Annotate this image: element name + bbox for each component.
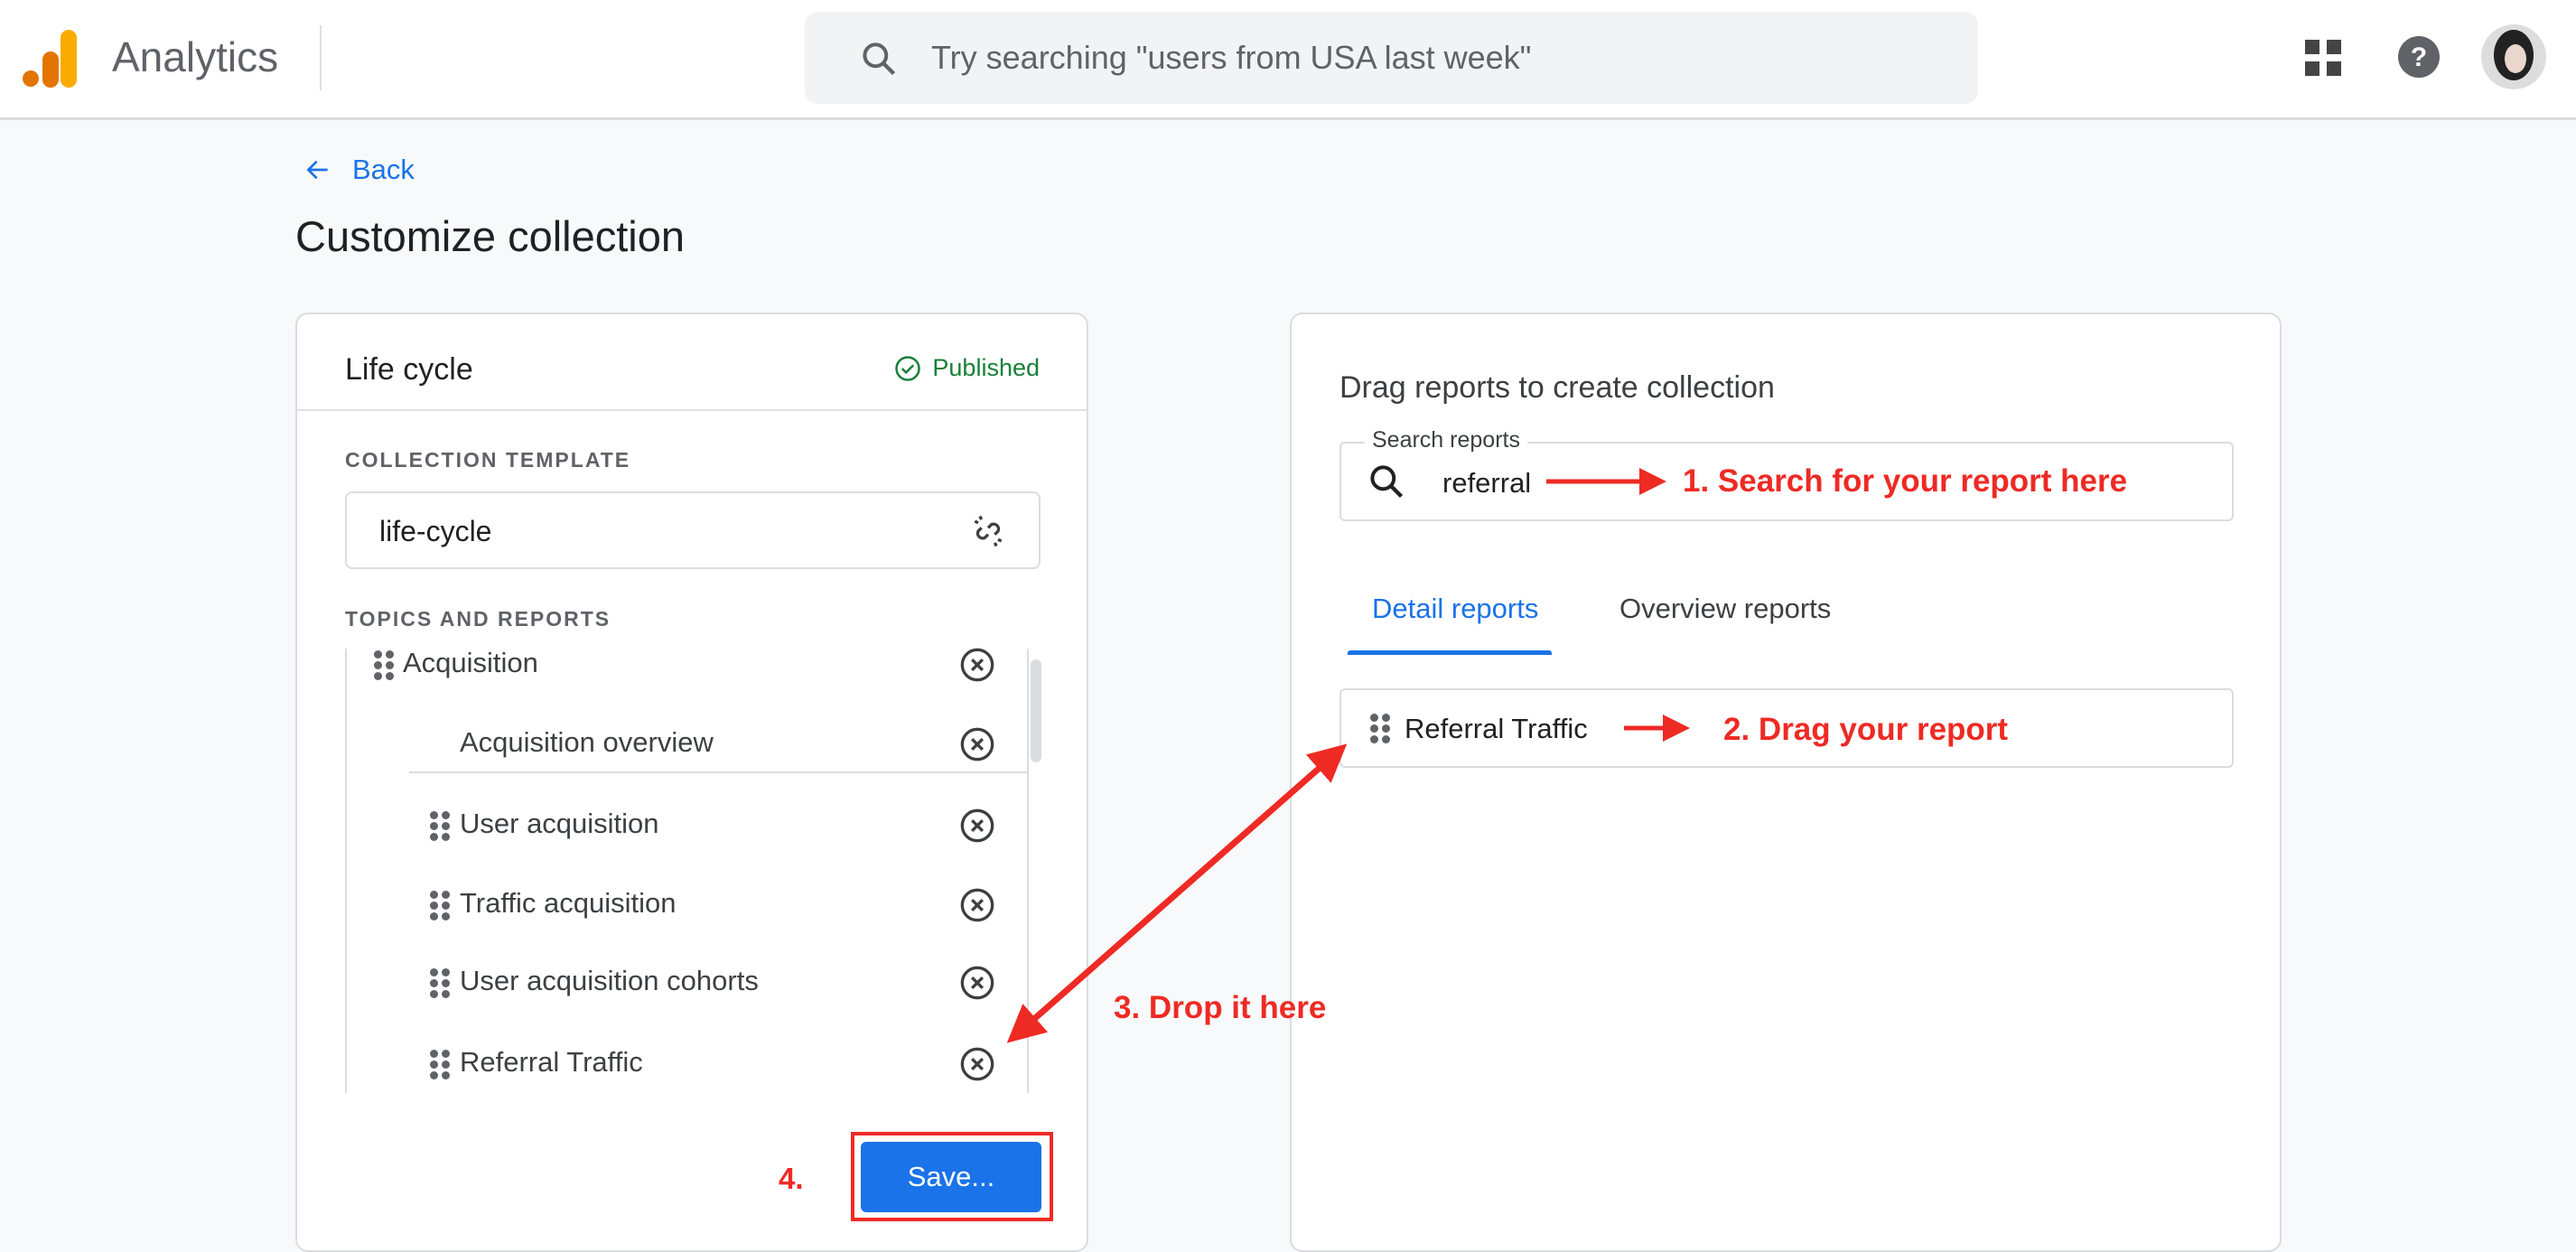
avatar[interactable]: [2481, 24, 2546, 89]
library-heading: Drag reports to create collection: [1339, 370, 1775, 405]
report-library-card: Drag reports to create collection Search…: [1290, 313, 2282, 1252]
drag-handle-icon[interactable]: [430, 968, 450, 999]
remove-icon[interactable]: [959, 965, 995, 1001]
step4-annotation: 4.: [779, 1162, 804, 1195]
back-label: Back: [352, 154, 415, 185]
template-value: life-cycle: [379, 515, 492, 547]
remove-icon[interactable]: [959, 726, 995, 762]
tab-detail-reports[interactable]: Detail reports: [1372, 593, 1538, 625]
save-button[interactable]: Save...: [861, 1142, 1041, 1212]
svg-text:?: ?: [2411, 42, 2427, 72]
drag-handle-icon[interactable]: [1370, 714, 1390, 744]
template-field[interactable]: life-cycle: [345, 491, 1041, 569]
global-search-input[interactable]: Try searching "users from USA last week": [805, 12, 1978, 104]
drag-handle-icon[interactable]: [374, 650, 394, 681]
collection-name: Life cycle: [345, 352, 473, 387]
page-title: Customize collection: [295, 212, 686, 260]
check-circle-icon: [895, 355, 921, 381]
report-result-item[interactable]: Referral Traffic 2. Drag your report: [1339, 688, 2234, 768]
remove-icon[interactable]: [959, 1046, 995, 1082]
search-placeholder: Try searching "users from USA last week": [931, 39, 1532, 76]
app-title: Analytics: [112, 33, 279, 80]
report-result-label: Referral Traffic: [1405, 713, 1588, 744]
divider: [409, 771, 1027, 773]
step2-annotation: 2. Drag your report: [1723, 712, 2009, 747]
step3-annotation: 3. Drop it here: [1114, 990, 1327, 1025]
report-row[interactable]: User acquisition: [345, 799, 1031, 853]
remove-icon[interactable]: [959, 647, 995, 683]
collection-card: Life cycle Published COLLECTION TEMPLATE…: [295, 313, 1088, 1252]
help-icon[interactable]: ?: [2398, 36, 2440, 78]
list-scrollbar[interactable]: [1031, 659, 1041, 762]
step1-annotation: 1. Search for your report here: [1683, 463, 2128, 499]
search-icon: [1370, 465, 1404, 499]
analytics-logo[interactable]: [23, 30, 77, 88]
topic-label: Acquisition: [403, 647, 538, 678]
topics-list: Acquisition Acquisition overview User ac…: [345, 638, 1031, 1098]
active-tab-indicator: [1348, 650, 1552, 655]
template-label: COLLECTION TEMPLATE: [345, 448, 631, 472]
unlink-icon[interactable]: [968, 511, 1008, 551]
divider: [297, 409, 1087, 411]
remove-icon[interactable]: [959, 887, 995, 923]
drag-handle-icon[interactable]: [430, 891, 450, 921]
report-row-overview[interactable]: Acquisition overview: [345, 717, 1031, 771]
report-row[interactable]: Referral Traffic: [345, 1037, 1031, 1091]
report-label: Traffic acquisition: [460, 887, 677, 919]
search-reports-input[interactable]: Search reports referral 1. Search for yo…: [1339, 427, 2234, 521]
status-badge: Published: [894, 354, 1040, 382]
search-reports-label: Search reports: [1365, 427, 1527, 453]
drag-handle-icon[interactable]: [430, 1050, 450, 1080]
tab-overview-reports[interactable]: Overview reports: [1619, 593, 1831, 625]
back-link[interactable]: Back: [303, 154, 415, 186]
status-label: Published: [932, 354, 1040, 381]
drag-handle-icon[interactable]: [430, 811, 450, 842]
topics-label: TOPICS AND REPORTS: [345, 607, 611, 631]
report-label: Referral Traffic: [460, 1046, 643, 1078]
arrow-back-icon: [306, 160, 328, 180]
search-reports-value: referral: [1442, 467, 1532, 499]
report-label: Acquisition overview: [460, 726, 714, 758]
header-divider: [320, 25, 322, 90]
apps-grid-icon[interactable]: [2305, 40, 2341, 76]
search-icon: [863, 42, 896, 76]
topic-row-acquisition[interactable]: Acquisition: [345, 638, 1031, 692]
report-label: User acquisition: [460, 808, 659, 839]
top-app-bar: Analytics Try searching "users from USA …: [0, 0, 2576, 120]
remove-icon[interactable]: [959, 808, 995, 844]
report-row[interactable]: User acquisition cohorts: [345, 956, 1031, 1010]
report-label: User acquisition cohorts: [460, 965, 759, 996]
report-row[interactable]: Traffic acquisition: [345, 878, 1031, 932]
